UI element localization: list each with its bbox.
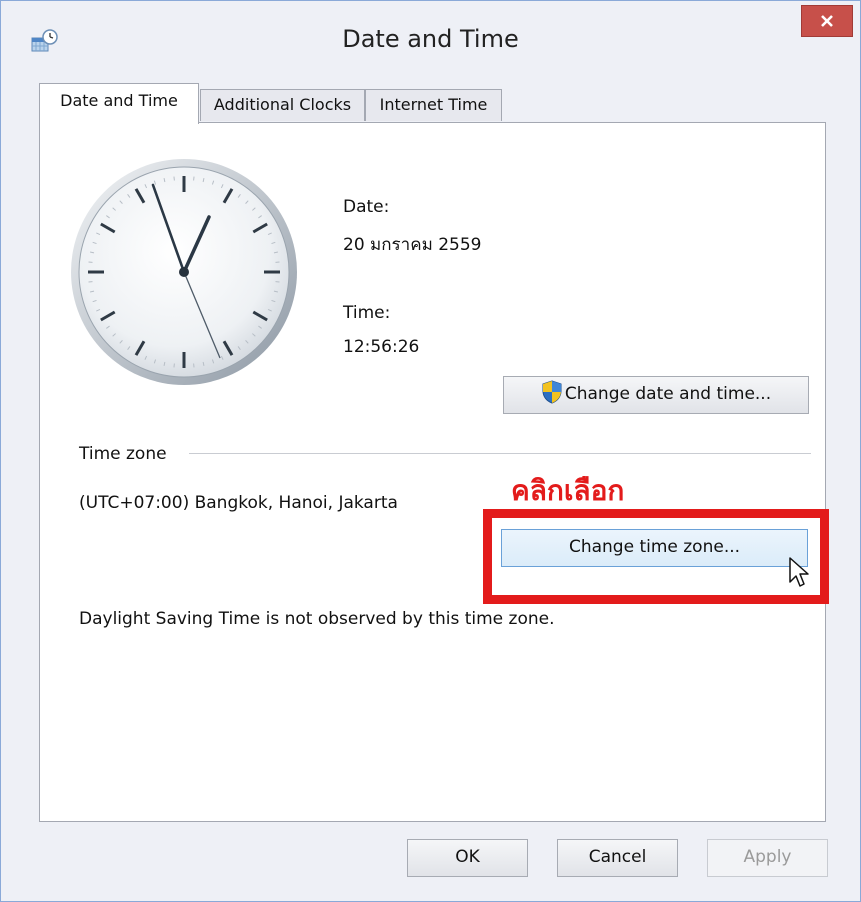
date-label: Date: (343, 197, 390, 217)
click-annotation: คลิกเลือก (511, 474, 625, 507)
time-zone-section-label: Time zone (79, 444, 167, 464)
mouse-cursor-icon (789, 557, 809, 587)
time-zone-divider (189, 453, 811, 454)
analog-clock (71, 159, 297, 385)
highlight-box (483, 509, 829, 604)
tab-internet-time[interactable]: Internet Time (365, 89, 502, 121)
tab-additional-clocks[interactable]: Additional Clocks (200, 89, 365, 121)
window-title: Date and Time (342, 25, 519, 53)
time-value: 12:56:26 (343, 337, 420, 357)
close-icon (821, 15, 833, 27)
change-date-and-time-button[interactable]: Change date and time... (503, 376, 809, 414)
ok-button[interactable]: OK (407, 839, 528, 877)
time-label: Time: (343, 303, 391, 323)
time-zone-value: (UTC+07:00) Bangkok, Hanoi, Jakarta (79, 493, 398, 513)
tab-date-and-time[interactable]: Date and Time (39, 83, 199, 124)
date-time-dialog: Date and Time Date and Time Additional C… (0, 0, 861, 902)
uac-shield-icon (542, 380, 562, 404)
date-value: 20 มกราคม 2559 (343, 235, 482, 255)
close-button[interactable] (801, 5, 853, 37)
dst-note: Daylight Saving Time is not observed by … (79, 609, 555, 629)
change-date-and-time-label: Change date and time... (564, 384, 772, 404)
apply-button[interactable]: Apply (707, 839, 828, 877)
title-bar[interactable]: Date and Time (1, 1, 860, 79)
cancel-button[interactable]: Cancel (557, 839, 678, 877)
